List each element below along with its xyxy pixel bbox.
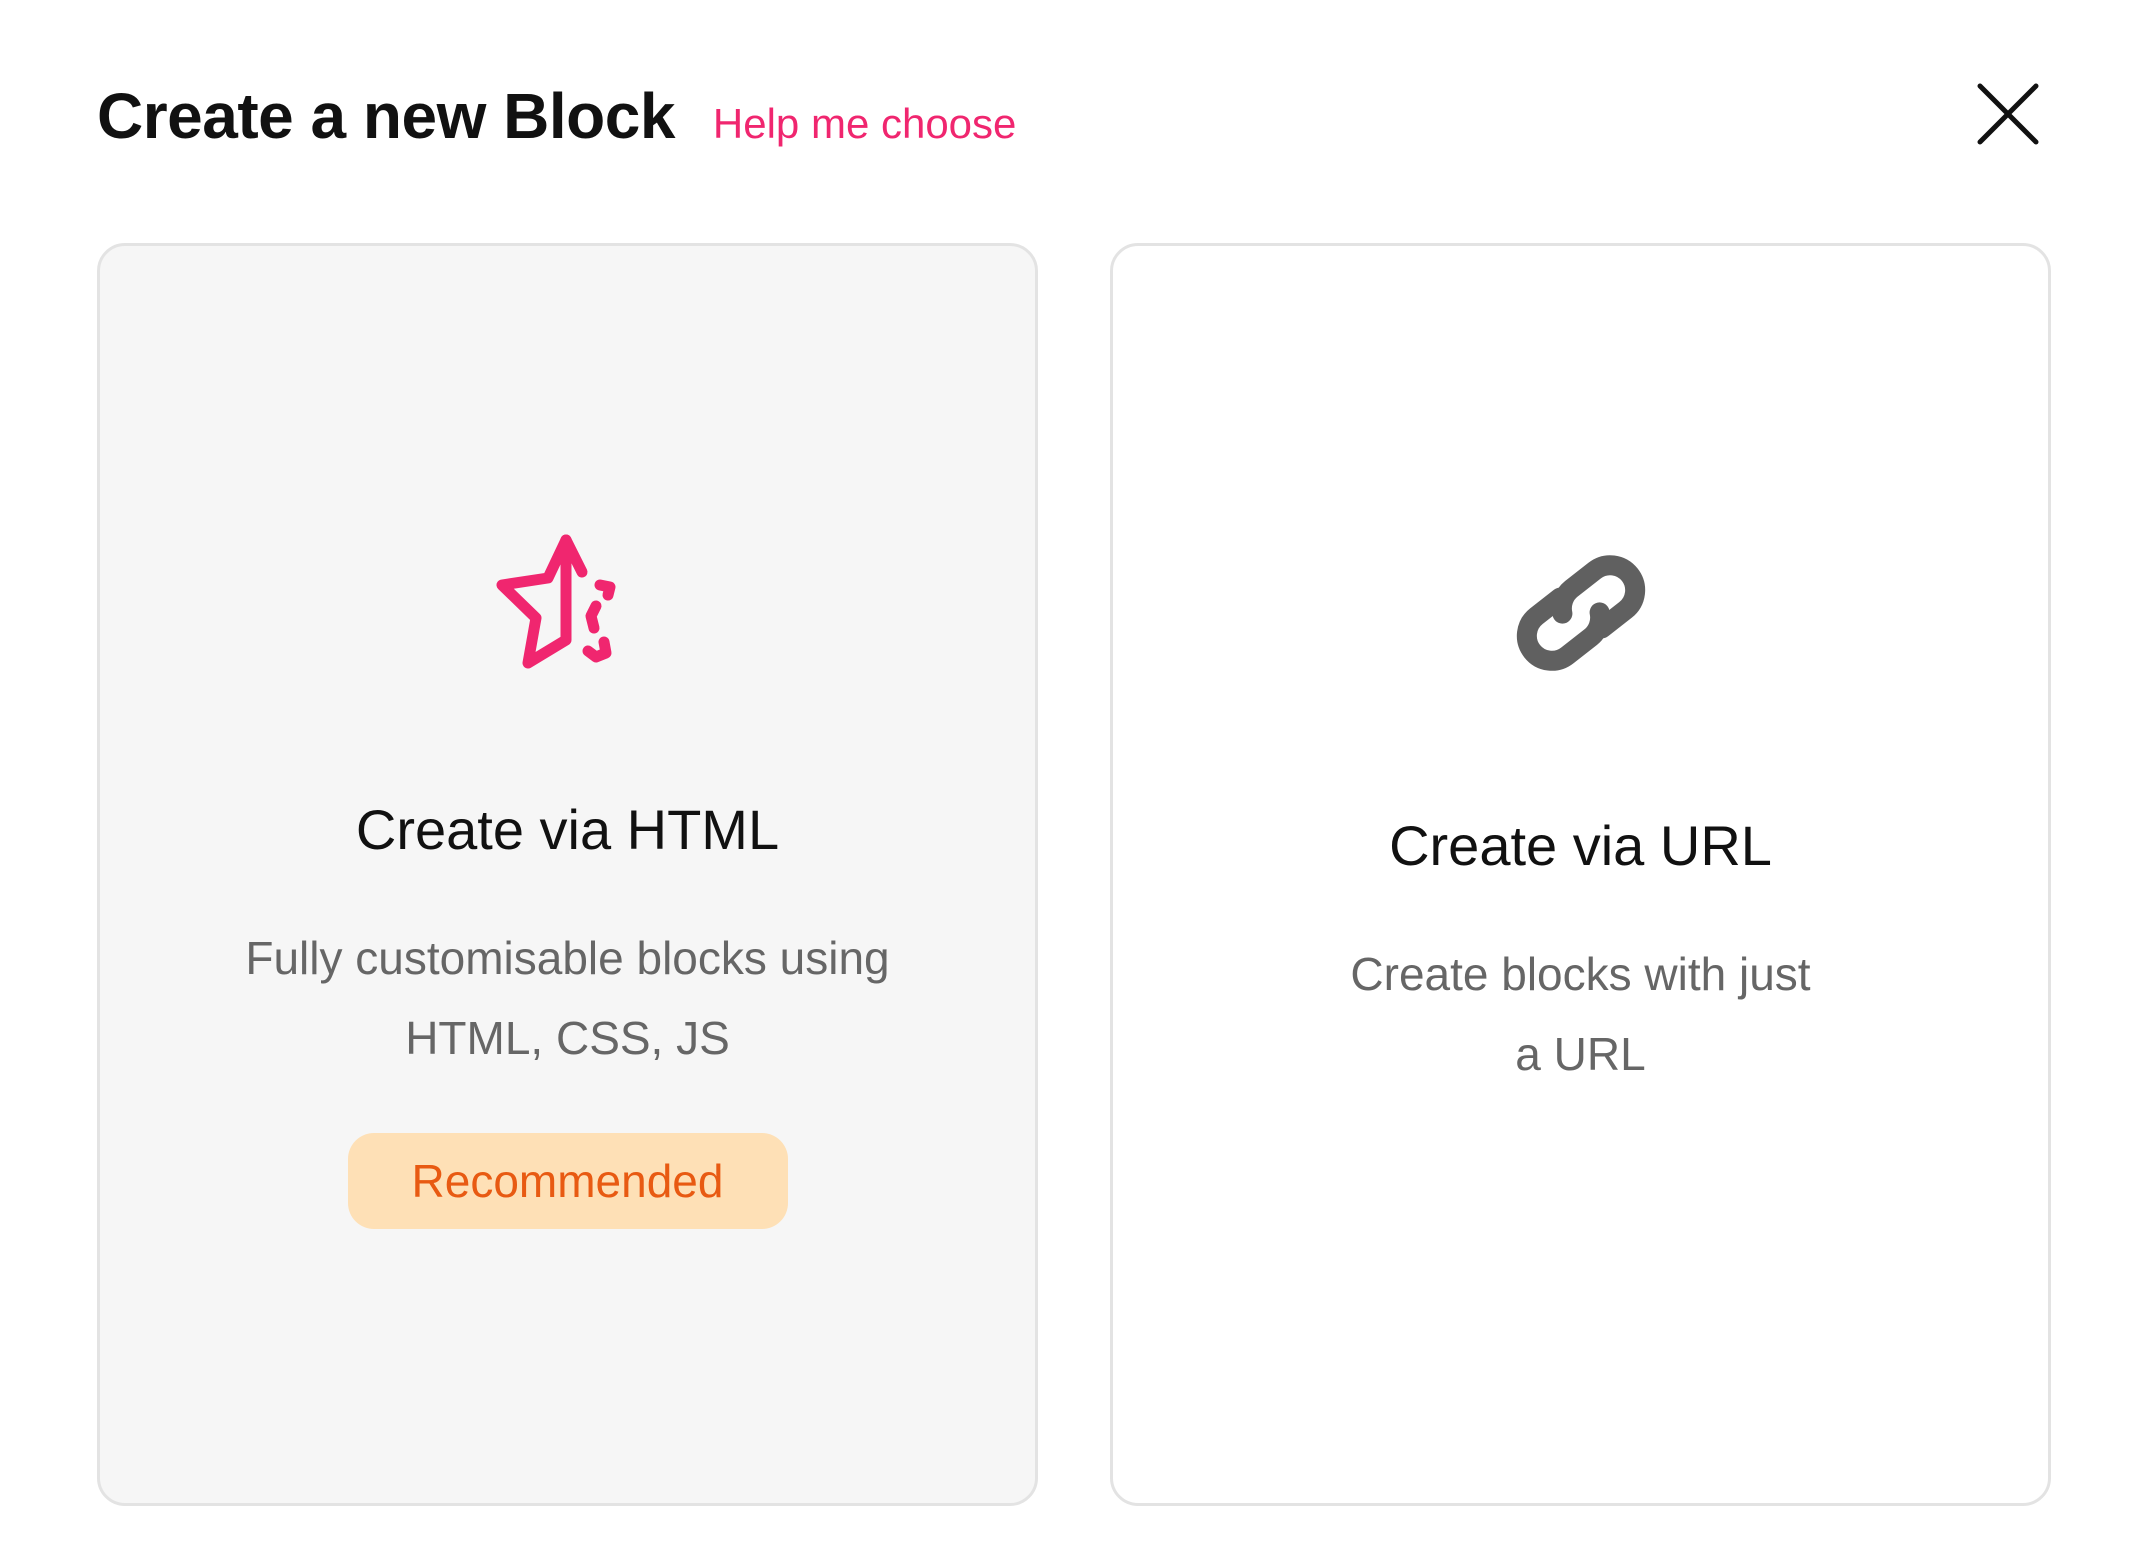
link-icon [1516, 555, 1645, 671]
sparkle-star-icon [496, 534, 615, 669]
card-description: Create blocks with just a URL [1281, 934, 1881, 1094]
card-description-line: Create blocks with just [1350, 948, 1811, 1000]
help-me-choose-link[interactable]: Help me choose [713, 99, 1017, 149]
create-via-url-card[interactable]: Create via URL Create blocks with just a… [1110, 243, 2051, 1506]
card-title: Create via HTML [355, 798, 780, 861]
card-description-line: Fully customisable blocks using [245, 932, 890, 984]
recommended-badge: Recommended [347, 1133, 788, 1229]
card-description: Fully customisable blocks using HTML, CS… [168, 918, 968, 1078]
card-description-line: a URL [1515, 1028, 1646, 1080]
create-block-dialog: Create a new Block Help me choose Create… [0, 0, 2144, 1568]
card-title: Create via URL [1389, 814, 1772, 877]
card-description-line: HTML, CSS, JS [405, 1012, 730, 1064]
dialog-header: Create a new Block Help me choose [97, 78, 1016, 155]
close-button[interactable] [1970, 76, 2046, 152]
dialog-title: Create a new Block [97, 80, 675, 152]
create-via-html-card[interactable]: Create via HTML Fully customisable block… [97, 243, 1038, 1506]
close-icon [1977, 83, 2039, 145]
